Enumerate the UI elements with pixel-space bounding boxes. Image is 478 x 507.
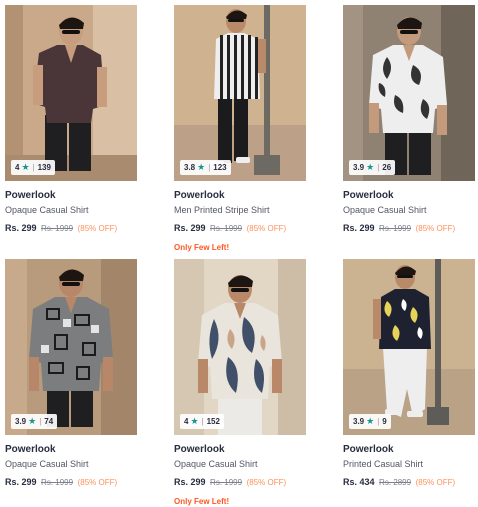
rating-badge: 4 ★ | 139 <box>11 160 55 175</box>
rating-value: 3.9 <box>353 417 365 426</box>
stock-note <box>5 496 137 507</box>
product-brand: Powerlook <box>174 190 225 201</box>
rating-badge: 3.9 ★ | 74 <box>11 414 58 429</box>
rating-badge: 3.8 ★ | 123 <box>180 160 231 175</box>
product-price: Rs. 299 <box>174 477 206 487</box>
product-name: Opaque Casual Shirt <box>5 205 89 215</box>
rating-count: 9 <box>382 417 387 426</box>
product-brand: Powerlook <box>5 190 56 201</box>
product-price-row: Rs. 299 Rs. 1999 (85% OFF) <box>174 222 306 234</box>
product-discount: (85% OFF) <box>246 224 287 233</box>
product-mrp: Rs. 1999 <box>41 478 74 487</box>
product-card[interactable]: 4 ★ | 152 Powerlook Opaque Casual Shirt … <box>174 259 306 507</box>
product-card[interactable]: 3.9 ★ | 74 Powerlook Opaque Casual Shirt… <box>5 259 137 507</box>
product-image[interactable]: 3.9 ★ | 9 <box>343 259 475 435</box>
rating-value: 4 <box>184 417 189 426</box>
rating-count: 123 <box>213 163 227 172</box>
product-photo <box>343 259 475 435</box>
product-card[interactable]: 3.9 ★ | 26 Powerlook Opaque Casual Shirt… <box>343 5 475 253</box>
product-mrp: Rs. 1999 <box>210 478 243 487</box>
star-icon: ★ <box>28 416 37 426</box>
rating-divider: | <box>39 417 42 426</box>
product-photo <box>174 5 306 181</box>
rating-divider: | <box>208 163 211 172</box>
stock-note <box>343 496 475 507</box>
rating-divider: | <box>201 417 204 426</box>
product-mrp: Rs. 2899 <box>379 478 412 487</box>
rating-divider: | <box>377 163 380 172</box>
star-icon: ★ <box>366 416 375 426</box>
product-photo <box>174 259 306 435</box>
product-discount: (85% OFF) <box>77 224 118 233</box>
product-mrp: Rs. 1999 <box>210 224 243 233</box>
rating-value: 3.9 <box>15 417 27 426</box>
product-price: Rs. 434 <box>343 477 375 487</box>
product-name: Printed Casual Shirt <box>343 459 424 469</box>
product-name: Opaque Casual Shirt <box>174 459 258 469</box>
rating-value: 3.9 <box>353 163 365 172</box>
product-brand: Powerlook <box>5 444 56 455</box>
product-discount: (85% OFF) <box>246 478 287 487</box>
product-brand: Powerlook <box>174 444 225 455</box>
product-brand: Powerlook <box>343 190 394 201</box>
product-discount: (85% OFF) <box>77 478 118 487</box>
stock-note: Only Few Left! <box>174 243 230 252</box>
product-card[interactable]: 3.9 ★ | 9 Powerlook Printed Casual Shirt… <box>343 259 475 507</box>
product-mrp: Rs. 1999 <box>41 224 74 233</box>
rating-badge: 3.9 ★ | 9 <box>349 414 391 429</box>
product-discount: (85% OFF) <box>415 224 456 233</box>
rating-divider: | <box>377 417 380 426</box>
product-discount: (85% OFF) <box>415 478 456 487</box>
star-icon: ★ <box>197 162 206 172</box>
product-price: Rs. 299 <box>174 223 206 233</box>
product-photo <box>5 259 137 435</box>
rating-divider: | <box>32 163 35 172</box>
rating-count: 26 <box>382 163 392 172</box>
rating-badge: 4 ★ | 152 <box>180 414 224 429</box>
rating-count: 74 <box>44 417 54 426</box>
star-icon: ★ <box>190 416 199 426</box>
product-card[interactable]: 3.8 ★ | 123 Powerlook Men Printed Stripe… <box>174 5 306 253</box>
stock-note: Only Few Left! <box>174 497 230 506</box>
star-icon: ★ <box>366 162 375 172</box>
product-price-row: Rs. 299 Rs. 1999 (85% OFF) <box>5 222 137 234</box>
product-price-row: Rs. 434 Rs. 2899 (85% OFF) <box>343 476 475 488</box>
product-photo <box>5 5 137 181</box>
product-image[interactable]: 3.8 ★ | 123 <box>174 5 306 181</box>
stock-note <box>5 242 137 253</box>
product-price-row: Rs. 299 Rs. 1999 (85% OFF) <box>5 476 137 488</box>
product-mrp: Rs. 1999 <box>379 224 412 233</box>
product-image[interactable]: 4 ★ | 139 <box>5 5 137 181</box>
product-price-row: Rs. 299 Rs. 1999 (85% OFF) <box>343 222 475 234</box>
product-price: Rs. 299 <box>343 223 375 233</box>
product-photo <box>343 5 475 181</box>
product-brand: Powerlook <box>343 444 394 455</box>
product-price: Rs. 299 <box>5 223 37 233</box>
stock-note <box>343 242 475 253</box>
product-image[interactable]: 3.9 ★ | 74 <box>5 259 137 435</box>
product-card[interactable]: 4 ★ | 139 Powerlook Opaque Casual Shirt … <box>5 5 137 253</box>
rating-count: 152 <box>206 417 220 426</box>
rating-value: 4 <box>15 163 20 172</box>
star-icon: ★ <box>21 162 30 172</box>
rating-value: 3.8 <box>184 163 196 172</box>
product-name: Opaque Casual Shirt <box>5 459 89 469</box>
rating-count: 139 <box>37 163 51 172</box>
product-image[interactable]: 3.9 ★ | 26 <box>343 5 475 181</box>
rating-badge: 3.9 ★ | 26 <box>349 160 396 175</box>
product-name: Opaque Casual Shirt <box>343 205 427 215</box>
product-price-row: Rs. 299 Rs. 1999 (85% OFF) <box>174 476 306 488</box>
product-grid: 4 ★ | 139 Powerlook Opaque Casual Shirt … <box>0 0 478 506</box>
product-image[interactable]: 4 ★ | 152 <box>174 259 306 435</box>
product-price: Rs. 299 <box>5 477 37 487</box>
product-name: Men Printed Stripe Shirt <box>174 205 270 215</box>
